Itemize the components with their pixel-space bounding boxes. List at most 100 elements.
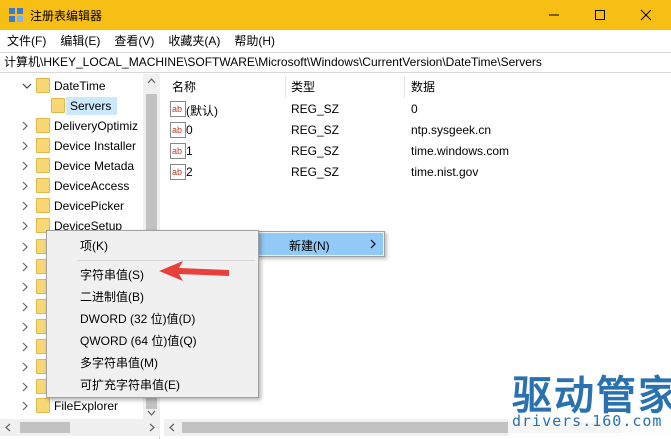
tree-item-devicepicker[interactable]: DevicePicker	[0, 196, 143, 216]
maximize-button[interactable]	[577, 0, 623, 30]
column-header-name[interactable]: 名称	[172, 76, 196, 98]
svg-text:ab: ab	[172, 104, 182, 114]
folder-icon	[36, 178, 50, 193]
value-type: REG_SZ	[291, 102, 340, 116]
menu-item-binary-value[interactable]: 二进制值(B)	[80, 288, 144, 305]
regedit-icon	[9, 8, 23, 22]
scroll-down-icon[interactable]	[147, 410, 156, 416]
tree-item-label: DeviceAccess	[54, 179, 130, 193]
minimize-icon	[549, 14, 559, 16]
tree-item-device-metadata[interactable]: Device Metada	[0, 156, 143, 176]
value-type: REG_SZ	[291, 123, 340, 137]
folder-icon	[51, 98, 65, 113]
column-header-type[interactable]: 类型	[291, 76, 315, 98]
chevron-right-icon[interactable]	[20, 282, 30, 292]
minimize-button[interactable]	[531, 0, 577, 30]
menu-item-dword-value[interactable]: DWORD (32 位)值(D)	[80, 310, 195, 327]
chevron-right-icon[interactable]	[20, 382, 30, 392]
tree-item-label: DevicePicker	[54, 199, 125, 213]
menu-item-multi-string-value[interactable]: 多字符串值(M)	[80, 354, 158, 371]
scroll-left-icon[interactable]	[169, 423, 175, 432]
chevron-right-icon	[370, 239, 376, 249]
menu-help[interactable]: 帮助(H)	[227, 30, 282, 52]
chevron-right-icon[interactable]	[20, 362, 30, 372]
context-menu-new: 新建(N)	[257, 231, 385, 257]
chevron-down-icon[interactable]	[22, 81, 32, 91]
string-value-icon: ab	[170, 164, 186, 180]
tree-item-label: DateTime	[54, 79, 106, 93]
menu-item-new-label: 新建(N)	[289, 239, 330, 253]
chevron-right-icon[interactable]	[20, 221, 30, 231]
tree-item-label: Device Installer	[54, 139, 137, 153]
chevron-right-icon[interactable]	[20, 401, 30, 411]
value-data: 0	[411, 102, 418, 116]
value-name: 2	[186, 165, 193, 179]
scroll-left-icon[interactable]	[5, 423, 11, 432]
menu-view[interactable]: 查看(V)	[107, 30, 161, 52]
close-button[interactable]	[623, 0, 669, 30]
value-row[interactable]: ab 2 REG_SZ time.nist.gov	[164, 162, 671, 183]
tree-hscroll-thumb[interactable]	[20, 422, 70, 433]
chevron-right-icon[interactable]	[20, 121, 30, 131]
menu-item-new[interactable]: 新建(N)	[259, 233, 383, 255]
chevron-right-icon[interactable]	[20, 262, 30, 272]
value-name: 1	[186, 144, 193, 158]
menu-item-string-value[interactable]: 字符串值(S)	[80, 266, 144, 283]
column-divider[interactable]	[404, 76, 405, 98]
scroll-right-icon[interactable]	[149, 423, 155, 432]
column-divider[interactable]	[285, 76, 286, 98]
value-data: time.nist.gov	[411, 165, 479, 179]
string-value-icon: ab	[170, 143, 186, 159]
folder-icon	[36, 198, 50, 213]
value-name: 0	[186, 123, 193, 137]
menu-edit[interactable]: 编辑(E)	[53, 30, 107, 52]
column-header-data[interactable]: 数据	[411, 76, 435, 98]
value-row[interactable]: ab (默认) REG_SZ 0	[164, 99, 671, 120]
string-value-icon: ab	[170, 122, 186, 138]
title-bar: 注册表编辑器	[0, 0, 671, 30]
value-data: ntp.sysgeek.cn	[411, 123, 492, 137]
chevron-right-icon[interactable]	[20, 322, 30, 332]
value-type: REG_SZ	[291, 144, 340, 158]
menu-file[interactable]: 文件(F)	[0, 30, 53, 52]
chevron-right-icon[interactable]	[20, 342, 30, 352]
value-row[interactable]: ab 0 REG_SZ ntp.sysgeek.cn	[164, 120, 671, 141]
chevron-right-icon[interactable]	[20, 242, 30, 252]
maximize-icon	[595, 10, 605, 20]
tree-item-servers[interactable]: Servers	[0, 96, 143, 116]
svg-text:ab: ab	[172, 125, 182, 135]
annotation-arrow-icon	[159, 261, 229, 281]
chevron-right-icon[interactable]	[20, 161, 30, 171]
tree-item-label: DeliveryOptimiz	[54, 119, 139, 133]
tree-item-deviceaccess[interactable]: DeviceAccess	[0, 176, 143, 196]
menu-item-expandable-string-value[interactable]: 可扩充字符串值(E)	[80, 376, 180, 393]
svg-text:ab: ab	[172, 146, 182, 156]
chevron-right-icon[interactable]	[20, 302, 30, 312]
tree-item-device-installer[interactable]: Device Installer	[0, 136, 143, 156]
watermark-url: drivers.160.com	[512, 412, 663, 430]
value-type: REG_SZ	[291, 165, 340, 179]
folder-icon	[36, 138, 50, 153]
folder-icon	[36, 158, 50, 173]
value-row[interactable]: ab 1 REG_SZ time.windows.com	[164, 141, 671, 162]
chevron-right-icon[interactable]	[20, 201, 30, 211]
chevron-right-icon[interactable]	[20, 141, 30, 151]
menu-item-key[interactable]: 项(K)	[80, 237, 108, 254]
window-title: 注册表编辑器	[30, 9, 103, 23]
context-submenu-new: 项(K) 字符串值(S) 二进制值(B) DWORD (32 位)值(D) QW…	[46, 230, 259, 398]
menu-favorites[interactable]: 收藏夹(A)	[161, 30, 227, 52]
scroll-up-icon[interactable]	[147, 78, 156, 84]
svg-text:ab: ab	[172, 167, 182, 177]
menu-item-qword-value[interactable]: QWORD (64 位)值(Q)	[80, 332, 197, 349]
tree-item-datetime[interactable]: DateTime	[0, 76, 143, 96]
close-icon	[640, 9, 652, 21]
tree-item-deliveryoptimization[interactable]: DeliveryOptimiz	[0, 116, 143, 136]
value-data: time.windows.com	[411, 144, 510, 158]
menu-bar: 文件(F) 编辑(E) 查看(V) 收藏夹(A) 帮助(H)	[0, 30, 671, 52]
address-bar[interactable]: 计算机\HKEY_LOCAL_MACHINE\SOFTWARE\Microsof…	[0, 52, 671, 73]
tree-item-fileexplorer[interactable]: FileExplorer	[0, 396, 143, 416]
tree-item-label: FileExplorer	[54, 399, 119, 413]
chevron-right-icon[interactable]	[20, 181, 30, 191]
tree-item-label: Servers	[70, 99, 112, 113]
folder-icon	[36, 118, 50, 133]
